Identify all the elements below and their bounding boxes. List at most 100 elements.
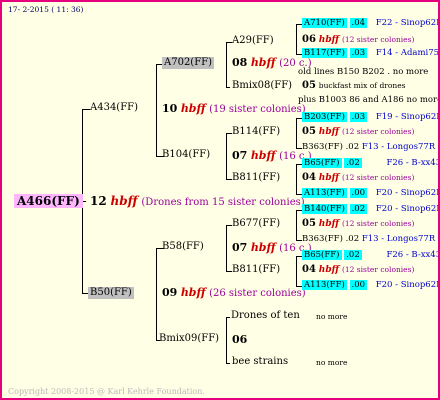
gen4-queen[interactable]: B140(FF) [302, 204, 347, 214]
connector [82, 109, 90, 110]
hbff: hbff [250, 241, 276, 254]
bee-strains: bee strains [232, 356, 289, 367]
gen4-queen[interactable]: B65(FF) [302, 158, 342, 168]
connector [226, 133, 227, 179]
gen-number: 05 [302, 126, 316, 137]
gen4-queen[interactable]: B65(FF) [302, 250, 342, 260]
hbff: hbff [180, 286, 206, 299]
gen-number: 06 [302, 34, 316, 45]
gen-number: 10 [162, 102, 178, 115]
drone-line-bmix08: 05 buckfast mix of drones [302, 81, 406, 91]
gen4-queen[interactable]: A113(FF) [302, 188, 347, 198]
copyright: Copyright 2008-2015 @ Karl Kehrle Founda… [8, 387, 205, 396]
root-drone-line: 12 hbff (Drones from 15 sister colonies) [90, 195, 305, 208]
connector [296, 210, 297, 240]
no-more-note: no more [316, 312, 348, 321]
gen4-row: B140(FF) .02 F20 - Sinop62R [302, 204, 440, 214]
note: (12 sister colonies) [341, 265, 415, 274]
gen4-source: F19 - Sinop62R [375, 112, 440, 122]
gen4-source: F20 - Sinop62R [375, 188, 440, 198]
gen-number: 09 [162, 286, 178, 299]
gen4-queen[interactable]: B363(FF) [302, 142, 343, 152]
gen4-queen[interactable]: A710(FF) [302, 18, 347, 28]
gen-number-bmix09: 06 [232, 333, 248, 346]
connector [226, 42, 227, 87]
hbff: hbff [318, 265, 340, 275]
queen-b811[interactable]: B811(FF) [232, 265, 280, 275]
root-queen[interactable]: A466(FF) [14, 194, 83, 208]
queen-b104[interactable]: B104(FF) [162, 150, 210, 160]
gen4-number: .02 [344, 158, 362, 168]
drone-line-a29: 06 hbff (12 sister colonies) [302, 35, 414, 45]
queen-b677[interactable]: B677(FF) [232, 219, 280, 229]
pedigree-chart: { "header": { "date": "17- 2-2015 ( 11: … [0, 0, 440, 400]
queen-b58[interactable]: B58(FF) [162, 242, 204, 252]
note: buckfast mix of drones [318, 81, 406, 90]
gen4-row: B363(FF) .02 F13 - Longos77R [302, 143, 435, 152]
drones-of-ten: Drones of ten [231, 310, 300, 321]
note: (12 sister colonies) [341, 35, 415, 44]
hbff: hbff [250, 149, 276, 162]
drone-line-b58: 07 hbff (16 c.) [232, 242, 312, 254]
gen4-source: F20 - Sinop62R [375, 204, 440, 214]
gen-number: 05 [302, 218, 316, 229]
no-more-note: no more [316, 358, 348, 367]
gen4-row: B65(FF) .02 F26 - B-xx43 [302, 250, 440, 260]
gen4-source: F13 - Longos77R [361, 234, 436, 244]
queen-b114[interactable]: B114(FF) [232, 127, 280, 137]
gen-number: 05 [302, 80, 316, 91]
hbff: hbff [318, 173, 340, 183]
gen-number: 08 [232, 56, 248, 69]
hbff: hbff [318, 127, 340, 137]
gen-number: 07 [232, 149, 248, 162]
connector [296, 24, 297, 54]
gen4-queen[interactable]: B117(FF) [302, 48, 347, 58]
connector [296, 118, 297, 148]
gen4-number: .00 [349, 280, 368, 290]
gen4-number: .02 [349, 204, 368, 214]
queen-bmix09[interactable]: Bmix09(FF) [159, 334, 219, 344]
connector [226, 225, 227, 271]
gen4-number: .00 [349, 188, 368, 198]
root-hbff: hbff [110, 194, 138, 208]
gen-number: 04 [302, 172, 316, 183]
queen-b811[interactable]: B811(FF) [232, 173, 280, 183]
gen4-queen[interactable]: B203(FF) [302, 112, 347, 122]
gen4-number: .04 [349, 18, 368, 28]
gen4-row: B203(FF) .03 F19 - Sinop62R [302, 112, 440, 122]
queen-a29[interactable]: A29(FF) [232, 36, 274, 46]
hbff: hbff [180, 102, 206, 115]
gen4-number: .03 [349, 48, 368, 58]
gen4-number: .02 [344, 250, 362, 260]
queen-a434[interactable]: A434(FF) [90, 103, 138, 113]
gen4-source: F26 - B-xx43 [386, 250, 440, 260]
queen-a702[interactable]: A702(FF) [162, 57, 214, 69]
gen4-note: plus B1003 86 and A186 no more [298, 95, 440, 105]
note: (12 sister colonies) [341, 219, 415, 228]
drone-line-b50: 09 hbff (26 sister colonies) [162, 287, 306, 299]
note: (19 sister colonies) [209, 104, 306, 115]
hbff: hbff [250, 56, 276, 69]
connector [226, 363, 230, 364]
gen4-number: .02 [345, 142, 360, 152]
drone-line-b104: 07 hbff (16 c.) [232, 150, 312, 162]
gen4-source: F22 - Sinop62R [375, 18, 440, 28]
queen-bmix08[interactable]: Bmix08(FF) [232, 81, 292, 91]
connector [226, 87, 230, 88]
gen4-source: F14 - Adami75R [375, 48, 440, 58]
connector [156, 64, 157, 156]
gen4-queen[interactable]: B363(FF) [302, 234, 343, 244]
gen4-source: F13 - Longos77R [361, 142, 436, 152]
queen-b50[interactable]: B50(FF) [88, 287, 134, 299]
gen4-note: old lines B150 B202 . no more [298, 67, 429, 77]
root-gen-number: 12 [90, 194, 107, 208]
connector [226, 317, 230, 318]
root-note: (Drones from 15 sister colonies) [141, 197, 305, 208]
drone-line-b114: 05 hbff (12 sister colonies) [302, 127, 414, 137]
drone-line-a434: 10 hbff (19 sister colonies) [162, 103, 306, 115]
gen4-queen[interactable]: A113(FF) [302, 280, 347, 290]
connector [296, 256, 297, 286]
gen4-row: B363(FF) .02 F13 - Longos77R [302, 235, 435, 244]
note: (12 sister colonies) [341, 173, 415, 182]
connector [226, 317, 227, 363]
